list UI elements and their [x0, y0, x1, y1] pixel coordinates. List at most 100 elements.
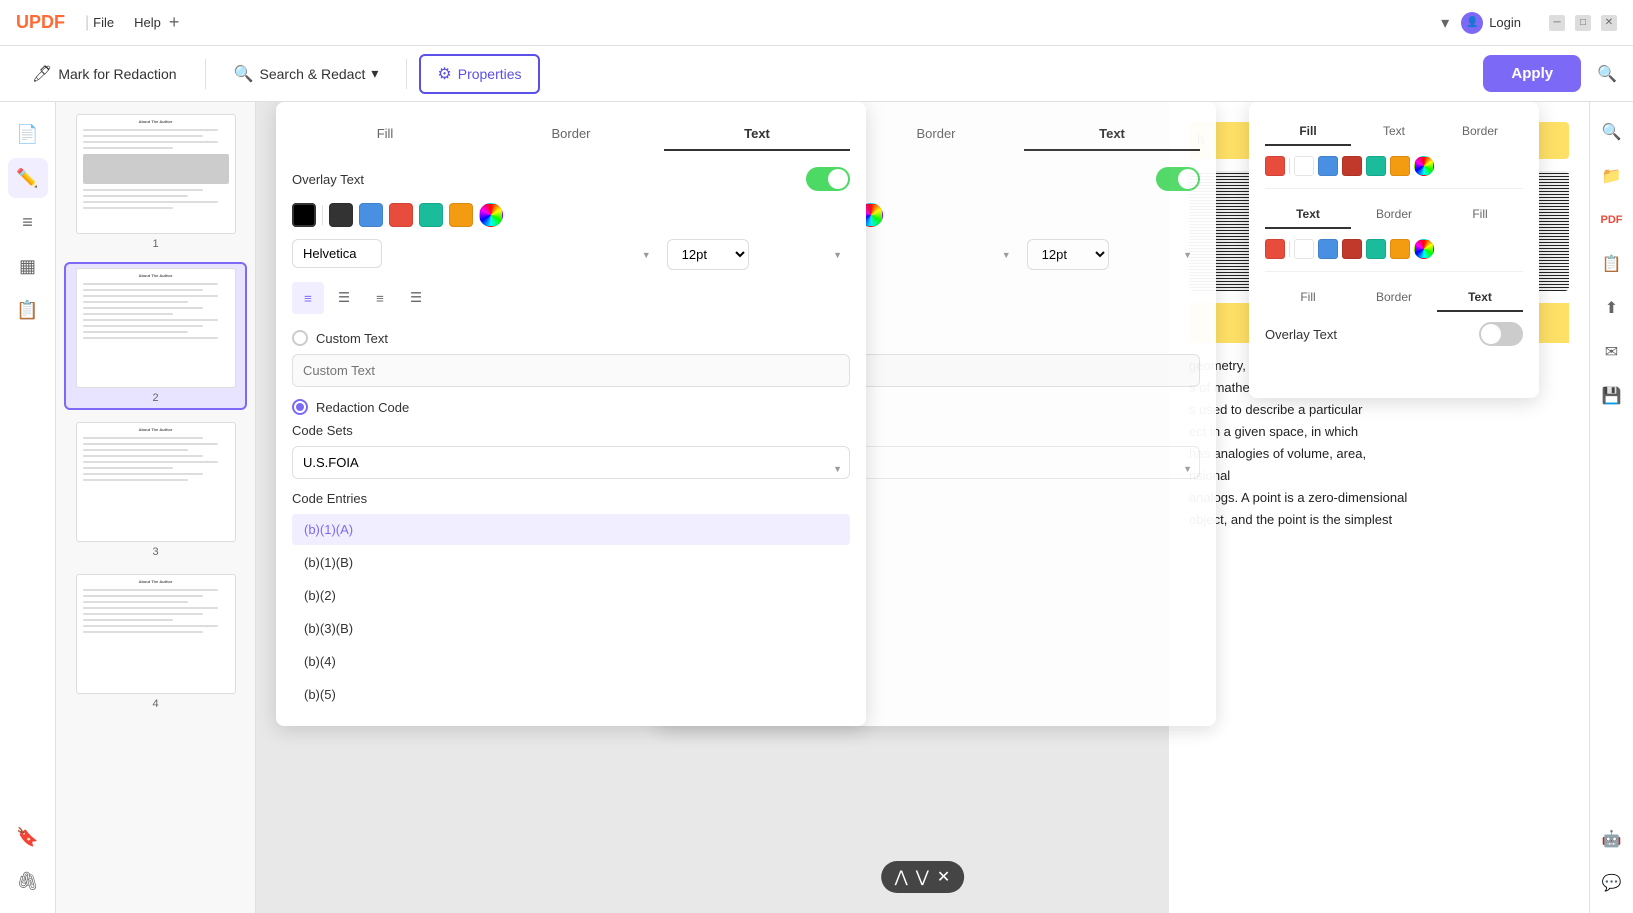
- close-controls-button[interactable]: ✕: [937, 867, 950, 887]
- sidebar-icon-form[interactable]: 📋: [8, 290, 48, 330]
- props-tab-border-1[interactable]: Border: [1437, 118, 1523, 146]
- sidebar-icon-grid[interactable]: ▦: [8, 246, 48, 286]
- custom-text-radio-left[interactable]: [292, 330, 308, 346]
- search-redact-label: Search & Redact: [260, 66, 366, 82]
- tab-fill-left[interactable]: Fill: [292, 118, 478, 151]
- color-sep-left: [322, 205, 323, 225]
- overlay-toggle-right[interactable]: [1479, 322, 1523, 346]
- props-tab-border-3[interactable]: Border: [1351, 284, 1437, 312]
- minimize-button[interactable]: ─: [1549, 15, 1565, 31]
- right-icon-chat[interactable]: 💬: [1594, 865, 1630, 901]
- search-redact-button[interactable]: 🔍 Search & Redact ▾: [218, 56, 395, 92]
- color-red-left[interactable]: [389, 203, 413, 227]
- right-icon-document[interactable]: 📋: [1594, 246, 1630, 282]
- color-teal-left[interactable]: [419, 203, 443, 227]
- props-color-pattern-1[interactable]: [1294, 156, 1314, 176]
- sidebar-icon-list[interactable]: ≡: [8, 202, 48, 242]
- code-entry-b1b-left[interactable]: (b)(1)(B): [292, 547, 850, 578]
- props-color-darkred-1[interactable]: [1342, 156, 1362, 176]
- code-sets-select-left[interactable]: U.S.FOIA: [292, 446, 850, 479]
- props-color-blue-1[interactable]: [1318, 156, 1338, 176]
- color-black-left[interactable]: [292, 203, 316, 227]
- thumbnail-4[interactable]: About The Author 4: [64, 570, 247, 714]
- tab-border-mid[interactable]: Border: [848, 118, 1024, 151]
- thumbnail-1[interactable]: About The Author 1: [64, 110, 247, 254]
- chevron-down-icon[interactable]: ▾: [1441, 13, 1449, 33]
- props-color-teal-1[interactable]: [1366, 156, 1386, 176]
- color-blue-left[interactable]: [359, 203, 383, 227]
- redaction-code-row-left: Redaction Code: [292, 399, 850, 415]
- sidebar-icon-edit[interactable]: ✏️: [8, 158, 48, 198]
- code-entry-b5-left[interactable]: (b)(5): [292, 679, 850, 710]
- close-button[interactable]: ✕: [1601, 15, 1617, 31]
- align-right-btn[interactable]: ≡: [364, 282, 396, 314]
- align-center-btn[interactable]: ☰: [328, 282, 360, 314]
- code-entry-b1a-left[interactable]: (b)(1)(A): [292, 514, 850, 545]
- right-icon-save[interactable]: 💾: [1594, 378, 1630, 414]
- new-tab-button[interactable]: +: [169, 12, 180, 33]
- apply-button[interactable]: Apply: [1483, 55, 1581, 92]
- custom-text-input-left[interactable]: [292, 354, 850, 387]
- props-color-red-1[interactable]: [1265, 156, 1285, 176]
- props-color-multi-1[interactable]: [1414, 156, 1434, 176]
- login-button[interactable]: 👤 Login: [1461, 12, 1521, 34]
- props-color-red-2[interactable]: [1265, 239, 1285, 259]
- align-left-btn[interactable]: ≡: [292, 282, 324, 314]
- sidebar-icon-bookmark[interactable]: 🔖: [8, 817, 48, 857]
- size-select-left[interactable]: 12pt: [667, 239, 749, 270]
- redaction-code-radio-left[interactable]: [292, 399, 308, 415]
- toggle-knob-mid: [1178, 169, 1198, 189]
- thumbnail-2[interactable]: About The Author 2: [64, 262, 247, 410]
- next-button[interactable]: ⋁: [916, 867, 929, 887]
- login-label: Login: [1489, 15, 1521, 30]
- menu-help[interactable]: Help: [134, 15, 161, 30]
- redaction-code-label-left: Redaction Code: [316, 400, 409, 415]
- code-entry-b3b-left[interactable]: (b)(3)(B): [292, 613, 850, 644]
- font-select-left[interactable]: Helvetica: [292, 239, 382, 268]
- props-tab-fill-2[interactable]: Fill: [1437, 201, 1523, 229]
- right-icon-mail[interactable]: ✉: [1594, 334, 1630, 370]
- tab-text-left[interactable]: Text: [664, 118, 850, 151]
- props-tab-fill-3[interactable]: Fill: [1265, 284, 1351, 312]
- props-color-pattern-2[interactable]: [1294, 239, 1314, 259]
- prev-button[interactable]: ⋀: [895, 867, 908, 887]
- right-icon-folder[interactable]: 📁: [1594, 158, 1630, 194]
- color-multi-left[interactable]: [479, 203, 503, 227]
- code-entry-b4-left[interactable]: (b)(4): [292, 646, 850, 677]
- align-justify-btn[interactable]: ☰: [400, 282, 432, 314]
- color-yellow-left[interactable]: [449, 203, 473, 227]
- props-tab-text-2[interactable]: Text: [1265, 201, 1351, 229]
- properties-icon: ⚙: [437, 64, 451, 84]
- props-color-blue-2[interactable]: [1318, 239, 1338, 259]
- size-select-mid[interactable]: 12pt: [1027, 239, 1109, 270]
- code-entry-b2-left[interactable]: (b)(2): [292, 580, 850, 611]
- properties-button[interactable]: ⚙ Properties: [419, 54, 539, 94]
- props-tab-border-2[interactable]: Border: [1351, 201, 1437, 229]
- mark-redaction-button[interactable]: 🖊 Mark for Redaction: [16, 56, 193, 92]
- overlay-toggle-left[interactable]: [806, 167, 850, 191]
- tab-border-left[interactable]: Border: [478, 118, 664, 151]
- props-color-darkred-2[interactable]: [1342, 239, 1362, 259]
- right-icon-search[interactable]: 🔍: [1594, 114, 1630, 150]
- props-tabs-1: Fill Text Border: [1265, 118, 1523, 146]
- props-colors-1: [1265, 156, 1523, 176]
- props-color-teal-2[interactable]: [1366, 239, 1386, 259]
- props-tab-text-3[interactable]: Text: [1437, 284, 1523, 312]
- maximize-button[interactable]: □: [1575, 15, 1591, 31]
- props-color-yellow-2[interactable]: [1390, 239, 1410, 259]
- props-tab-text-1[interactable]: Text: [1351, 118, 1437, 146]
- overlay-toggle-mid[interactable]: [1156, 167, 1200, 191]
- right-icon-upload[interactable]: ⬆: [1594, 290, 1630, 326]
- props-color-yellow-1[interactable]: [1390, 156, 1410, 176]
- search-icon[interactable]: 🔍: [1597, 64, 1617, 84]
- sidebar-icon-document[interactable]: 📄: [8, 114, 48, 154]
- right-icon-pdf[interactable]: PDF: [1594, 202, 1630, 238]
- props-tab-fill-1[interactable]: Fill: [1265, 118, 1351, 146]
- menu-file[interactable]: File: [93, 15, 114, 30]
- thumbnail-3[interactable]: About The Author 3: [64, 418, 247, 562]
- right-icon-ai[interactable]: 🤖: [1594, 821, 1630, 857]
- sidebar-icon-attach[interactable]: 🖇: [8, 861, 48, 901]
- tab-text-mid[interactable]: Text: [1024, 118, 1200, 151]
- props-color-multi-2[interactable]: [1414, 239, 1434, 259]
- color-dark-left[interactable]: [329, 203, 353, 227]
